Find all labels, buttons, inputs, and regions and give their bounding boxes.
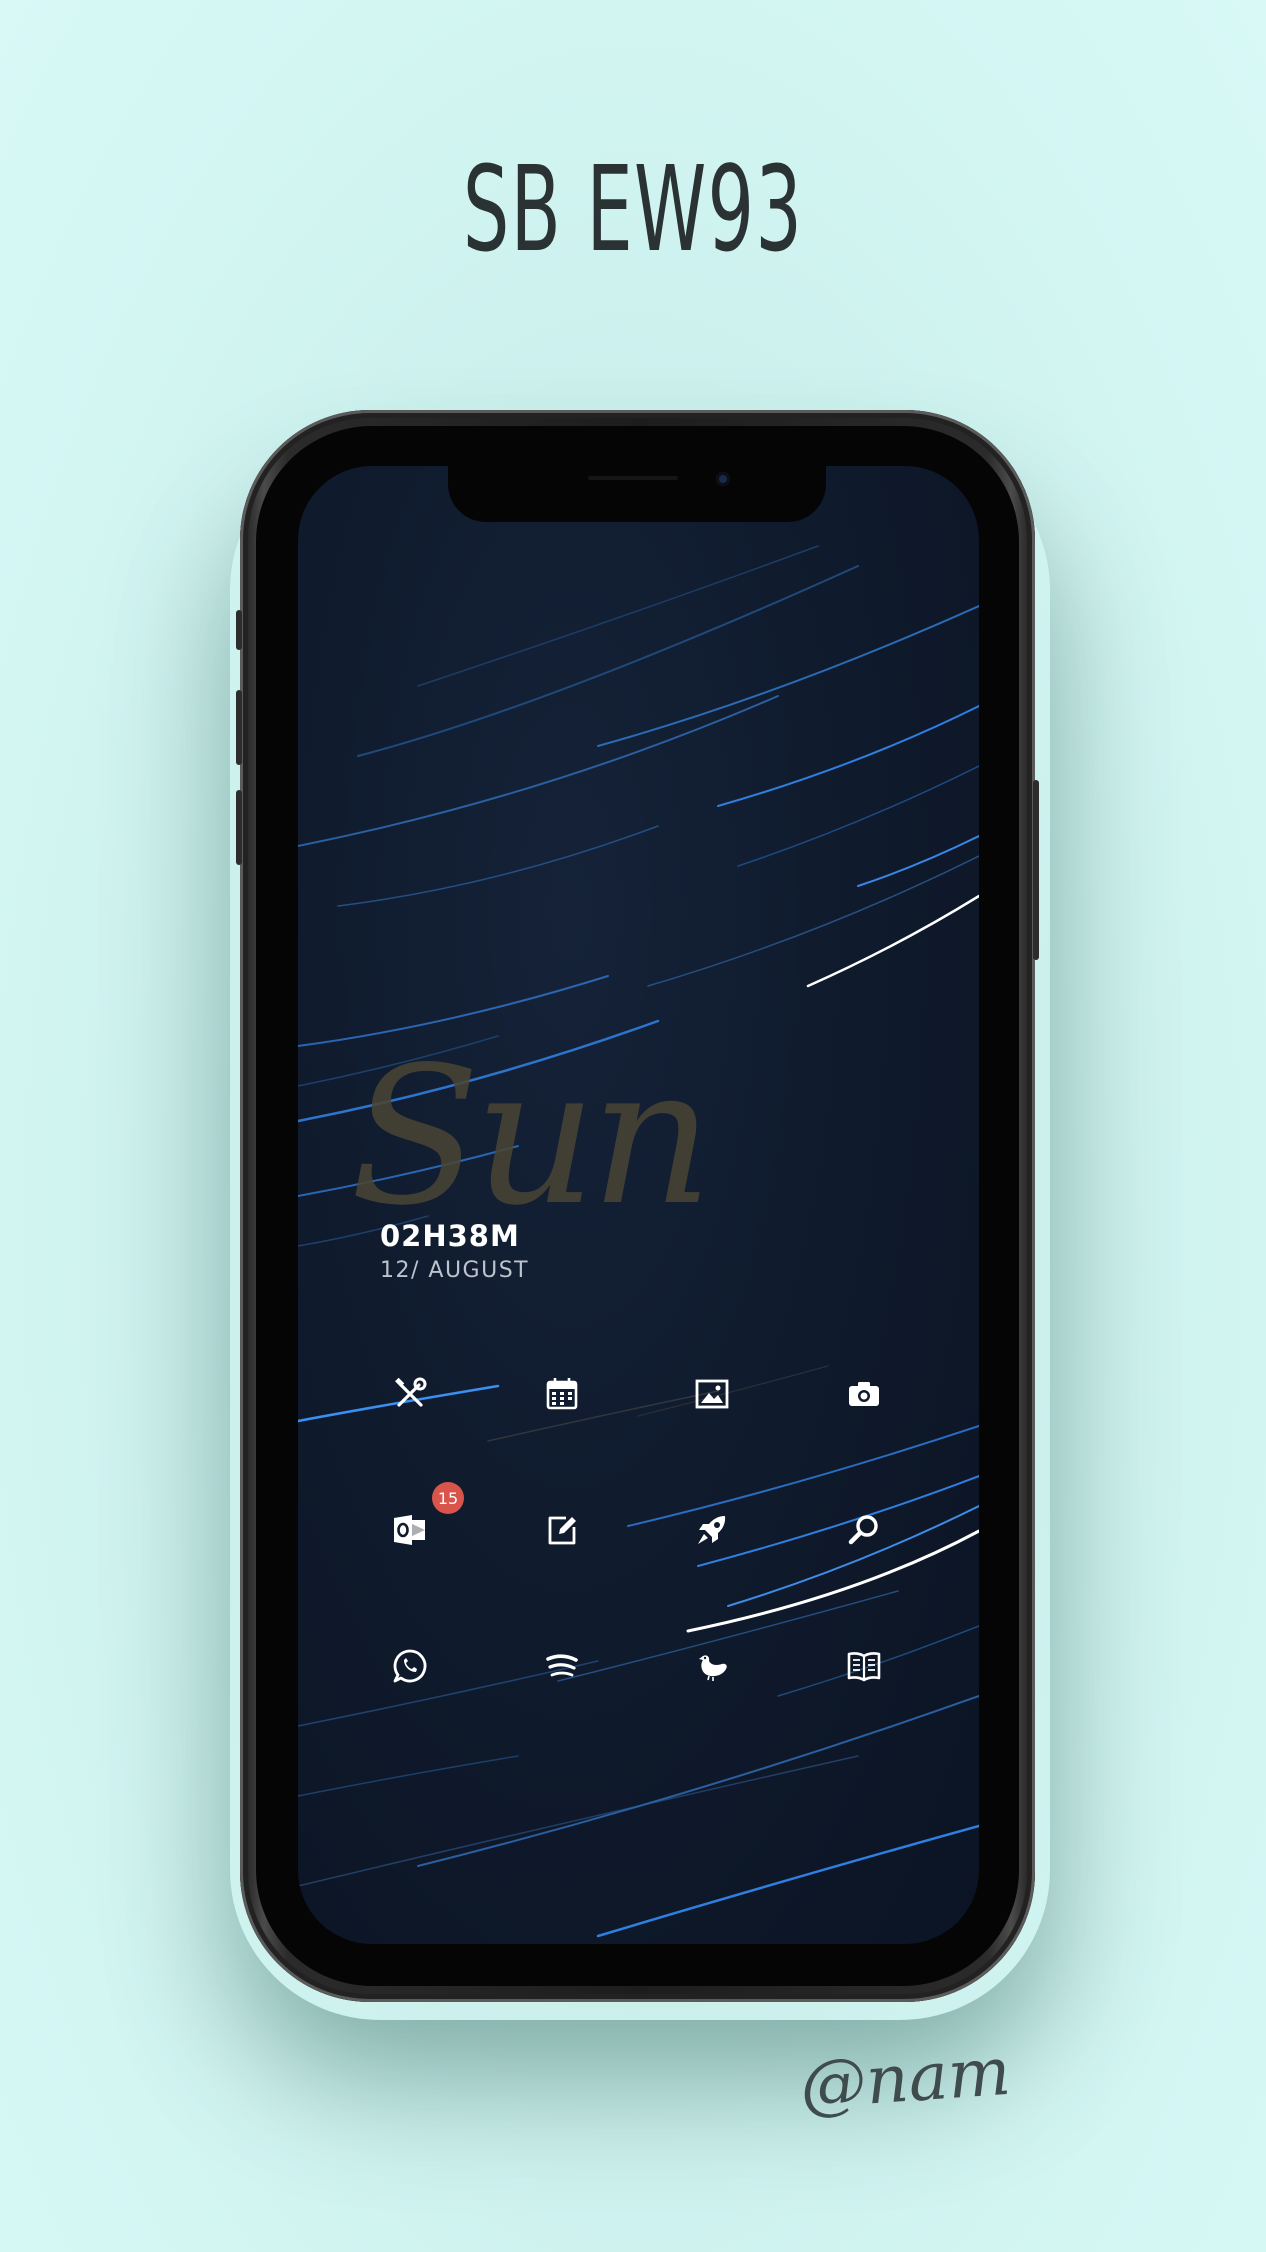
- volume-down-button: [236, 790, 242, 865]
- app-tools[interactable]: [380, 1364, 440, 1424]
- app-outlook[interactable]: [380, 1500, 440, 1560]
- tools-icon: [395, 1377, 427, 1407]
- app-notes[interactable]: [532, 1500, 592, 1560]
- app-reader[interactable]: [834, 1636, 894, 1696]
- app-grid: 15: [298, 466, 979, 1944]
- author-watermark: @nam: [797, 2032, 1013, 2125]
- volume-up-button: [236, 690, 242, 765]
- camera-icon: [849, 1382, 879, 1406]
- whatsapp-icon: [393, 1649, 427, 1683]
- bird-icon: [699, 1655, 727, 1681]
- notification-badge: 15: [432, 1482, 464, 1514]
- app-search[interactable]: [834, 1500, 894, 1560]
- app-whatsapp[interactable]: [380, 1636, 440, 1696]
- note-edit-icon: [548, 1516, 576, 1545]
- silent-switch: [236, 610, 242, 650]
- calendar-icon: [546, 1378, 578, 1410]
- app-gallery[interactable]: [682, 1364, 742, 1424]
- page-title: SB EW93: [462, 140, 804, 278]
- power-button: [1033, 780, 1039, 960]
- rocket-icon: [698, 1516, 726, 1544]
- app-camera[interactable]: [834, 1364, 894, 1424]
- book-icon: [847, 1652, 881, 1682]
- app-rocket[interactable]: [682, 1500, 742, 1560]
- app-calendar[interactable]: [532, 1364, 592, 1424]
- spotify-icon: [546, 1654, 578, 1677]
- outlook-icon: [394, 1515, 425, 1545]
- phone-screen: Sun 02H38M 12/ AUGUST 15: [298, 466, 979, 1944]
- app-spotify[interactable]: [532, 1636, 592, 1696]
- search-icon: [848, 1515, 878, 1545]
- app-bird[interactable]: [682, 1636, 742, 1696]
- gallery-icon: [695, 1379, 729, 1409]
